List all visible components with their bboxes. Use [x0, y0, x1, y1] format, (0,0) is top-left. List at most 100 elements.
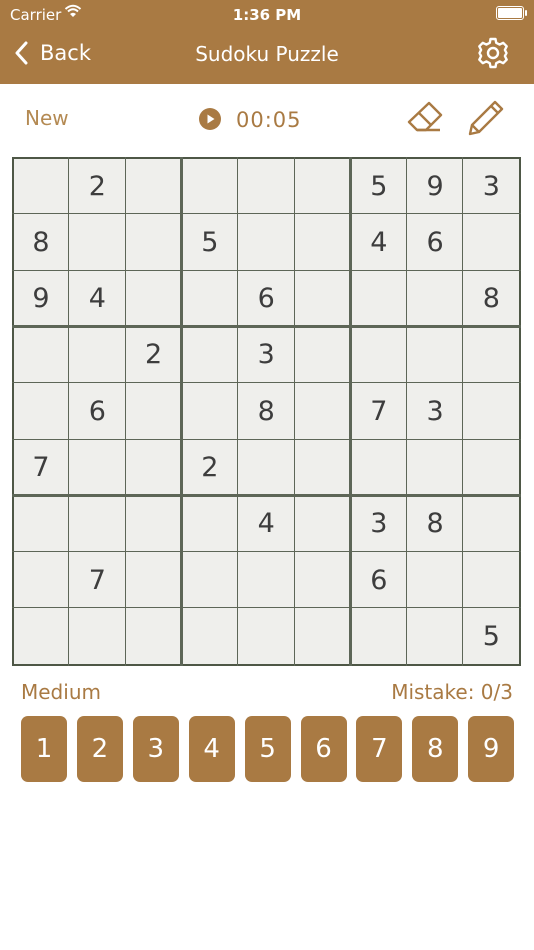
sudoku-cell[interactable] — [69, 608, 125, 664]
sudoku-cell[interactable] — [126, 496, 182, 552]
gear-icon[interactable] — [476, 36, 510, 70]
sudoku-cell[interactable] — [407, 271, 463, 327]
sudoku-cell[interactable]: 7 — [13, 440, 69, 496]
sudoku-cell[interactable]: 8 — [463, 271, 519, 327]
sudoku-cell[interactable] — [295, 327, 351, 383]
pencil-icon[interactable] — [466, 98, 506, 138]
box-divider-horizontal — [12, 494, 521, 497]
sudoku-cell[interactable]: 7 — [351, 383, 407, 439]
sudoku-cell[interactable]: 3 — [463, 158, 519, 214]
number-button[interactable]: 7 — [356, 716, 403, 782]
sudoku-cell[interactable] — [238, 552, 294, 608]
number-button[interactable]: 5 — [244, 716, 291, 782]
sudoku-cell[interactable] — [13, 327, 69, 383]
sudoku-cell[interactable] — [295, 496, 351, 552]
sudoku-cell[interactable] — [126, 214, 182, 270]
sudoku-cell[interactable]: 6 — [238, 271, 294, 327]
sudoku-cell[interactable] — [463, 496, 519, 552]
sudoku-cell[interactable]: 2 — [69, 158, 125, 214]
sudoku-cell[interactable] — [13, 608, 69, 664]
sudoku-cell[interactable] — [295, 158, 351, 214]
sudoku-cell[interactable]: 3 — [407, 383, 463, 439]
sudoku-cell[interactable] — [407, 608, 463, 664]
new-game-button[interactable]: New — [25, 106, 69, 130]
sudoku-cell[interactable] — [69, 214, 125, 270]
number-button[interactable]: 1 — [21, 716, 67, 782]
sudoku-cell[interactable]: 6 — [69, 383, 125, 439]
play-icon[interactable] — [198, 107, 222, 131]
sudoku-cell[interactable]: 9 — [407, 158, 463, 214]
sudoku-cell[interactable] — [295, 552, 351, 608]
sudoku-cell[interactable] — [13, 552, 69, 608]
sudoku-cell[interactable] — [126, 271, 182, 327]
sudoku-cell[interactable] — [126, 440, 182, 496]
sudoku-cell[interactable]: 3 — [238, 327, 294, 383]
sudoku-cell[interactable] — [126, 608, 182, 664]
number-button[interactable]: 9 — [468, 716, 515, 782]
sudoku-cell[interactable] — [69, 327, 125, 383]
sudoku-cell[interactable]: 4 — [351, 214, 407, 270]
sudoku-cell[interactable] — [351, 608, 407, 664]
sudoku-cell[interactable] — [351, 327, 407, 383]
sudoku-cell[interactable]: 4 — [238, 496, 294, 552]
sudoku-cell[interactable]: 2 — [182, 440, 238, 496]
sudoku-cell[interactable] — [463, 383, 519, 439]
sudoku-cell[interactable] — [238, 214, 294, 270]
sudoku-cell[interactable] — [295, 440, 351, 496]
sudoku-cell[interactable]: 5 — [351, 158, 407, 214]
sudoku-cell[interactable] — [182, 496, 238, 552]
sudoku-cell[interactable]: 7 — [69, 552, 125, 608]
sudoku-cell[interactable] — [351, 271, 407, 327]
sudoku-cell[interactable] — [351, 440, 407, 496]
sudoku-cell[interactable]: 9 — [13, 271, 69, 327]
sudoku-cell[interactable]: 8 — [13, 214, 69, 270]
sudoku-cell[interactable]: 6 — [407, 214, 463, 270]
sudoku-cell[interactable]: 5 — [463, 608, 519, 664]
sudoku-cell[interactable] — [463, 440, 519, 496]
sudoku-cell[interactable] — [69, 440, 125, 496]
grid-line-vertical — [294, 157, 295, 666]
sudoku-cell[interactable] — [407, 552, 463, 608]
number-button[interactable]: 6 — [300, 716, 347, 782]
sudoku-cell[interactable] — [295, 214, 351, 270]
number-button[interactable]: 2 — [76, 716, 123, 782]
grid-line-horizontal — [12, 607, 521, 608]
sudoku-cell[interactable] — [182, 158, 238, 214]
sudoku-cell[interactable] — [126, 383, 182, 439]
sudoku-cell[interactable] — [182, 383, 238, 439]
eraser-icon[interactable] — [404, 98, 446, 140]
sudoku-cell[interactable] — [13, 158, 69, 214]
sudoku-cell[interactable] — [69, 496, 125, 552]
number-button[interactable]: 8 — [412, 716, 459, 782]
sudoku-cell[interactable] — [13, 496, 69, 552]
sudoku-cell[interactable]: 8 — [238, 383, 294, 439]
sudoku-cell[interactable]: 8 — [407, 496, 463, 552]
sudoku-cell[interactable] — [182, 271, 238, 327]
sudoku-cell[interactable]: 5 — [182, 214, 238, 270]
sudoku-cell[interactable] — [407, 327, 463, 383]
sudoku-cell[interactable]: 3 — [351, 496, 407, 552]
sudoku-cell[interactable] — [295, 608, 351, 664]
sudoku-cell[interactable] — [238, 608, 294, 664]
sudoku-cell[interactable] — [182, 608, 238, 664]
number-button[interactable]: 3 — [132, 716, 179, 782]
sudoku-cell[interactable] — [238, 158, 294, 214]
sudoku-cell[interactable] — [463, 552, 519, 608]
sudoku-cell[interactable]: 2 — [126, 327, 182, 383]
sudoku-cell[interactable] — [463, 214, 519, 270]
sudoku-cell[interactable] — [126, 552, 182, 608]
grid-line-vertical — [68, 157, 69, 666]
sudoku-cell[interactable] — [238, 440, 294, 496]
sudoku-cell[interactable] — [182, 552, 238, 608]
sudoku-cell[interactable]: 6 — [351, 552, 407, 608]
sudoku-cell[interactable] — [463, 327, 519, 383]
sudoku-cell[interactable] — [13, 383, 69, 439]
sudoku-cell[interactable]: 4 — [69, 271, 125, 327]
sudoku-cell[interactable] — [295, 271, 351, 327]
number-button[interactable]: 4 — [188, 716, 235, 782]
sudoku-cell[interactable] — [295, 383, 351, 439]
sudoku-cell[interactable] — [407, 440, 463, 496]
sudoku-cell[interactable] — [126, 158, 182, 214]
sudoku-cell[interactable] — [182, 327, 238, 383]
grid-line-vertical — [237, 157, 238, 666]
